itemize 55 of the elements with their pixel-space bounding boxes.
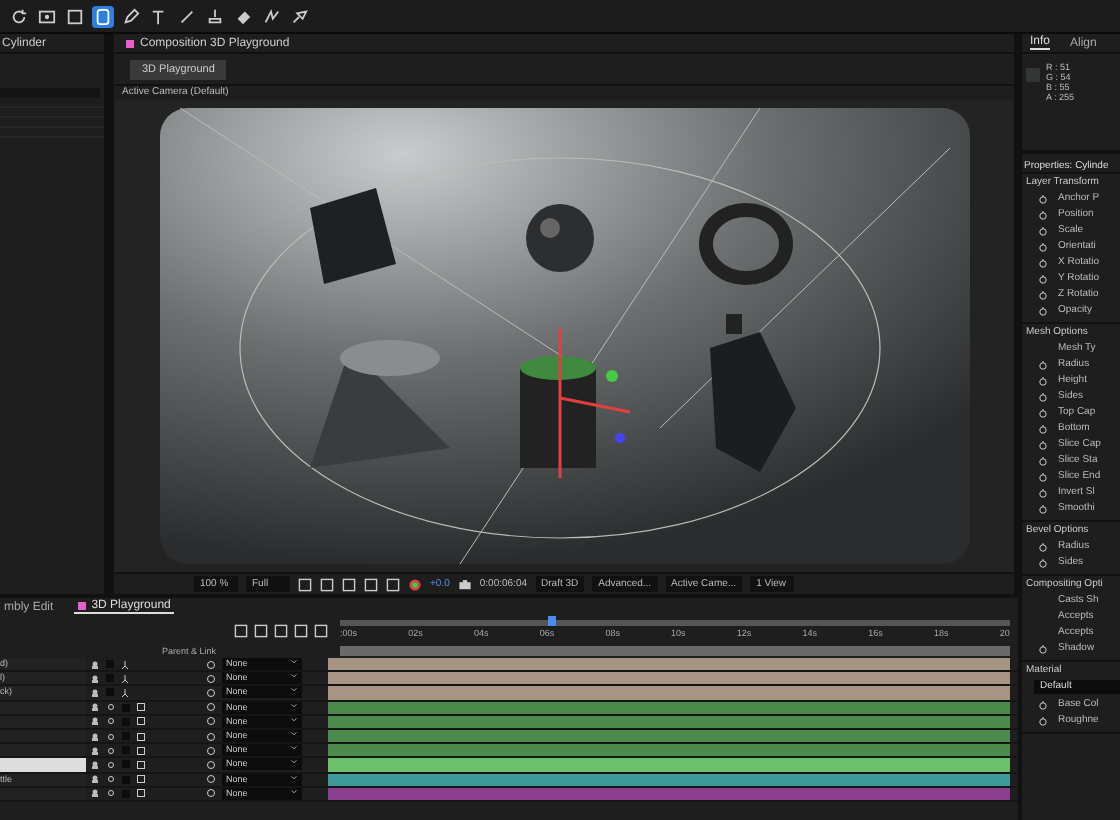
stamp-tool[interactable]: [204, 5, 226, 27]
color-sample-swatch: [1026, 68, 1040, 82]
stopwatch-icon[interactable]: [1038, 541, 1048, 551]
visibility-icon: [90, 731, 100, 742]
stopwatch-icon[interactable]: [1038, 487, 1048, 497]
brush-tool[interactable]: [176, 5, 198, 27]
stopwatch-icon[interactable]: [1038, 305, 1048, 315]
stopwatch-icon[interactable]: [1038, 557, 1048, 567]
roto-brush-tool[interactable]: [260, 5, 282, 27]
color-wheel-icon: [408, 577, 422, 591]
stopwatch-icon[interactable]: [1038, 289, 1048, 299]
orbit-tool[interactable]: [36, 5, 58, 27]
layer-name-cell[interactable]: [0, 758, 86, 771]
visibility-icon: [90, 788, 100, 799]
stopwatch-icon[interactable]: [1038, 715, 1048, 725]
visibility-icon: [90, 759, 100, 770]
visibility-icon: [90, 774, 100, 785]
stopwatch-icon[interactable]: [1038, 359, 1048, 369]
stopwatch-icon[interactable]: [1038, 643, 1048, 653]
stopwatch-icon[interactable]: [1038, 423, 1048, 433]
visibility-icon: [90, 702, 100, 713]
visibility-icon: [90, 716, 100, 727]
stopwatch-icon[interactable]: [1038, 241, 1048, 251]
stopwatch-icon[interactable]: [1038, 391, 1048, 401]
visibility-icon: [90, 745, 100, 756]
light-icon: [120, 659, 130, 670]
playhead[interactable]: [547, 616, 556, 626]
light-icon: [120, 673, 130, 684]
stopwatch-icon[interactable]: [1038, 375, 1048, 385]
stopwatch-icon[interactable]: [1038, 209, 1048, 219]
stopwatch-icon[interactable]: [1038, 503, 1048, 513]
layer-name-cell[interactable]: [0, 744, 86, 757]
text-tool[interactable]: [148, 5, 170, 27]
rotate-tool[interactable]: [8, 5, 30, 27]
stopwatch-icon[interactable]: [1038, 193, 1048, 203]
stopwatch-icon[interactable]: [1038, 257, 1048, 267]
pin-tool[interactable]: [288, 5, 310, 27]
stopwatch-icon[interactable]: [1038, 471, 1048, 481]
stopwatch-icon[interactable]: [1038, 273, 1048, 283]
stopwatch-icon[interactable]: [1038, 407, 1048, 417]
visibility-icon: [90, 673, 100, 684]
layer-duration-bar[interactable]: [328, 658, 1010, 671]
stopwatch-icon[interactable]: [1038, 455, 1048, 465]
camera-icon: [457, 577, 472, 591]
light-icon: [120, 687, 130, 698]
visibility-icon: [90, 687, 100, 698]
layer-duration-bar[interactable]: [328, 744, 1010, 757]
stopwatch-icon[interactable]: [1038, 225, 1048, 235]
stopwatch-icon[interactable]: [1038, 439, 1048, 449]
visibility-icon: [90, 659, 100, 670]
rectangle-tool[interactable]: [64, 5, 86, 27]
stopwatch-icon[interactable]: [1038, 699, 1048, 709]
pen-tool[interactable]: [120, 5, 142, 27]
rounded-rectangle-tool[interactable]: [92, 5, 114, 27]
layer-duration-bar[interactable]: [328, 672, 1010, 685]
